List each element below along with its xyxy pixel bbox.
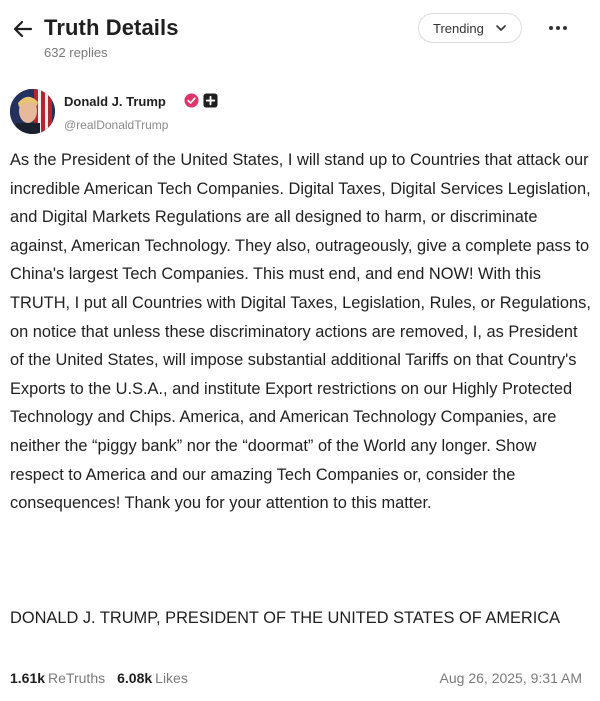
post-body: As the President of the United States, I… bbox=[10, 146, 592, 518]
likes-label: Likes bbox=[155, 670, 188, 686]
retruths-stat[interactable]: 1.61k ReTruths bbox=[10, 670, 105, 686]
avatar-image bbox=[10, 89, 55, 134]
post-text: As the President of the United States, I… bbox=[10, 151, 591, 513]
post-signature: DONALD J. TRUMP, PRESIDENT OF THE UNITED… bbox=[10, 609, 561, 627]
likes-stat[interactable]: 6.08k Likes bbox=[117, 670, 188, 686]
verified-badge-icon bbox=[184, 93, 199, 108]
post-timestamp: Aug 26, 2025, 9:31 AM bbox=[439, 670, 582, 686]
back-button[interactable] bbox=[10, 16, 36, 42]
reply-count: 632 replies bbox=[44, 45, 108, 60]
retruths-count: 1.61k bbox=[10, 670, 46, 686]
truth-details-page: Truth Details 632 replies Trending Donal… bbox=[0, 0, 600, 701]
author-name[interactable]: Donald J. Trump bbox=[64, 94, 166, 109]
more-horizontal-icon bbox=[549, 26, 567, 30]
sort-label: Trending bbox=[433, 20, 484, 36]
plus-square-icon bbox=[203, 93, 218, 108]
chevron-down-icon bbox=[496, 25, 506, 31]
avatar[interactable] bbox=[10, 89, 55, 134]
header: Truth Details 632 replies Trending bbox=[0, 0, 600, 76]
sort-dropdown[interactable]: Trending bbox=[418, 13, 522, 43]
page-title: Truth Details bbox=[44, 15, 179, 40]
likes-count: 6.08k bbox=[117, 670, 153, 686]
more-options-button[interactable] bbox=[546, 20, 570, 36]
retruths-label: ReTruths bbox=[48, 670, 106, 686]
author-handle[interactable]: @realDonaldTrump bbox=[64, 118, 168, 132]
post-stats: 1.61k ReTruths 6.08k Likes bbox=[10, 670, 188, 686]
arrow-left-icon bbox=[13, 20, 33, 38]
